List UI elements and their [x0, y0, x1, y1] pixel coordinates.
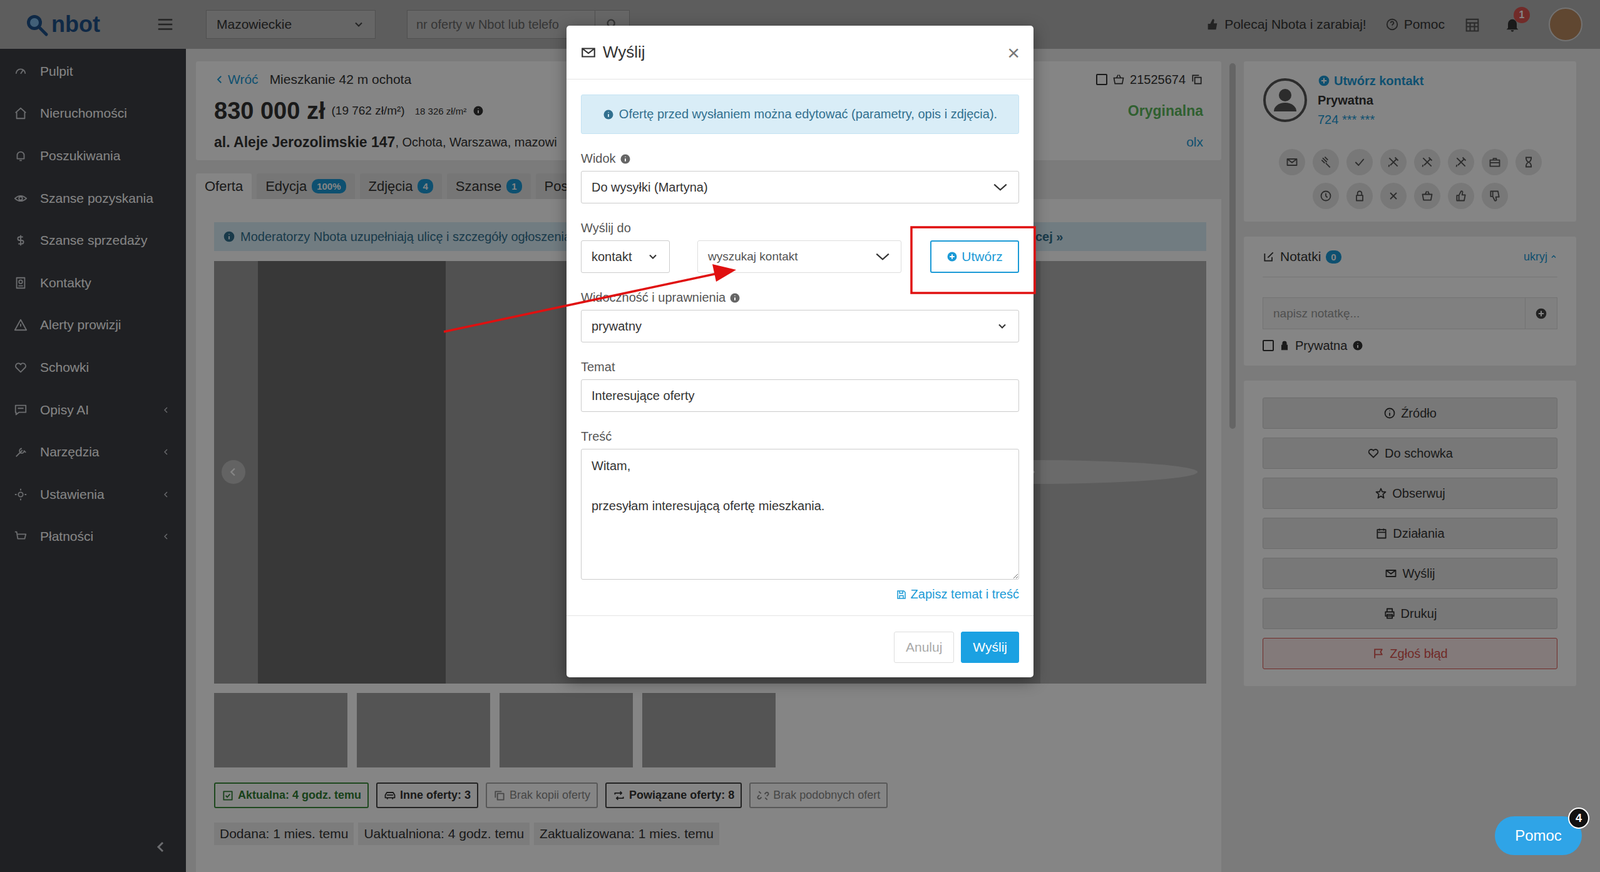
annotation-layer — [0, 0, 1600, 872]
envelope-icon — [580, 44, 597, 61]
help-badge: 4 — [1568, 807, 1590, 829]
create-contact-button[interactable]: Utwórz — [930, 240, 1020, 273]
edit-notice: Ofertę przed wysłaniem można edytować (p… — [580, 94, 1020, 134]
chevron-down-icon — [874, 248, 891, 265]
annotation-arrow — [443, 264, 737, 332]
body-textarea[interactable] — [580, 448, 1020, 580]
modal-button[interactable]: Anuluj — [893, 631, 954, 663]
info-icon — [602, 108, 615, 121]
view-select[interactable]: Do wysyłki (Martyna) — [580, 170, 1020, 204]
contact-search-select[interactable]: wyszukaj kontakt — [697, 240, 902, 273]
save-icon — [895, 589, 908, 601]
visibility-select[interactable]: prywatny — [580, 309, 1020, 343]
field-label: Widok — [580, 149, 1020, 168]
chevron-down-icon — [992, 179, 1009, 196]
chevron-down-icon — [995, 319, 1009, 333]
save-template-link[interactable]: Zapisz temat i treść — [895, 587, 1020, 602]
modal-title: Wyślij — [602, 42, 646, 62]
chevron-down-icon — [646, 250, 660, 263]
info-icon[interactable] — [619, 153, 631, 165]
field-label: Temat — [580, 358, 1020, 377]
modal-button[interactable]: Wyślij — [960, 631, 1020, 663]
field-label: Treść — [580, 427, 1020, 446]
subject-input[interactable] — [580, 379, 1020, 412]
info-icon[interactable] — [729, 292, 741, 304]
close-button[interactable]: × — [1007, 41, 1020, 64]
send-modal: Wyślij × Ofertę przed wysłaniem można ed… — [566, 25, 1034, 678]
field-label: Widoczność i uprawnienia — [580, 288, 1020, 307]
field-label: Wyślij do — [580, 219, 1020, 238]
annotation-box — [911, 227, 1035, 293]
plus-circle-icon — [946, 251, 958, 263]
help-button[interactable]: Pomoc 4 — [1494, 816, 1582, 856]
screen: nbot Mazowieckie Polecaj Nbota i zarabia… — [0, 0, 1600, 872]
recipient-type-select[interactable]: kontakt — [580, 240, 670, 273]
